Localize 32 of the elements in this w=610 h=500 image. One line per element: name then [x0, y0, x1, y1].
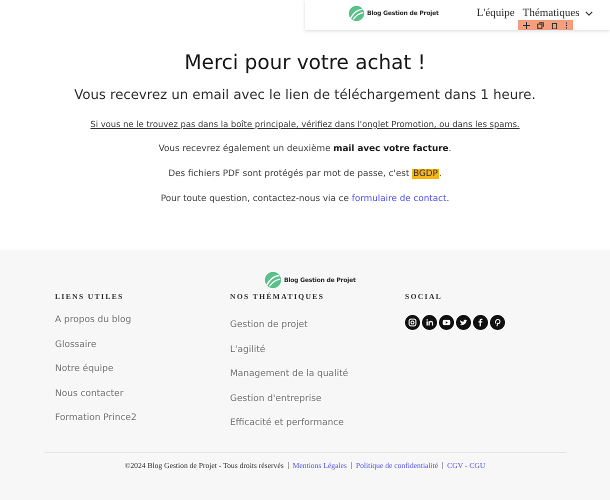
nav-link[interactable]: L'équipe: [476, 7, 515, 19]
footer-link[interactable]: Gestion d'entreprise: [230, 394, 405, 418]
facebook-icon[interactable]: [473, 315, 488, 330]
contact-text: Pour toute question, contactez-nous via ce: [160, 194, 350, 204]
twitter-icon[interactable]: [456, 315, 471, 330]
footer-link[interactable]: Glossaire: [55, 340, 230, 364]
password-highlight: BGDP: [412, 169, 439, 179]
footer-link[interactable]: A propos du blog: [55, 315, 230, 340]
punctuation: .: [446, 194, 450, 204]
move-icon[interactable]: [523, 22, 530, 28]
footer-link[interactable]: Efficacité et performance: [230, 418, 405, 443]
footer-link[interactable]: Notre équipe: [55, 364, 230, 389]
more-icon[interactable]: [565, 22, 568, 28]
invoice-text: Vous recevrez également un deuxième mail avec votre facture.: [158, 144, 452, 154]
pinterest-icon[interactable]: [490, 315, 505, 330]
chevron-down-icon: [584, 10, 592, 16]
footer-link[interactable]: L'agilité: [230, 344, 405, 370]
punctuation: .: [438, 169, 442, 179]
linkedin-icon[interactable]: [422, 315, 437, 330]
password-text: Des fichiers PDF sont protégés par mot de passe, c'est: [168, 169, 410, 179]
contact-form-link[interactable]: formulaire de contact: [352, 194, 446, 204]
youtube-icon[interactable]: [439, 315, 454, 330]
spam-note: Si vous ne le trouvez pas dans la boîte principale, vérifiez dans l'onglet Promotion, ou dans les spams.: [90, 119, 520, 129]
footer-link[interactable]: Nous contacter: [55, 388, 230, 414]
instagram-icon[interactable]: [405, 315, 420, 330]
page-title: Merci pour votre achat !: [184, 50, 426, 74]
copy-icon[interactable]: [537, 22, 544, 28]
footer-link[interactable]: Management de la qualité: [230, 369, 405, 394]
nav-link[interactable]: Thématiques: [522, 7, 592, 19]
footer-link[interactable]: Gestion de projet: [230, 320, 405, 345]
footer-link[interactable]: Formation Prince2: [55, 413, 230, 438]
subtitle: Vous recevrez un email avec le lien de téléchargement dans 1 heure.: [74, 88, 536, 103]
